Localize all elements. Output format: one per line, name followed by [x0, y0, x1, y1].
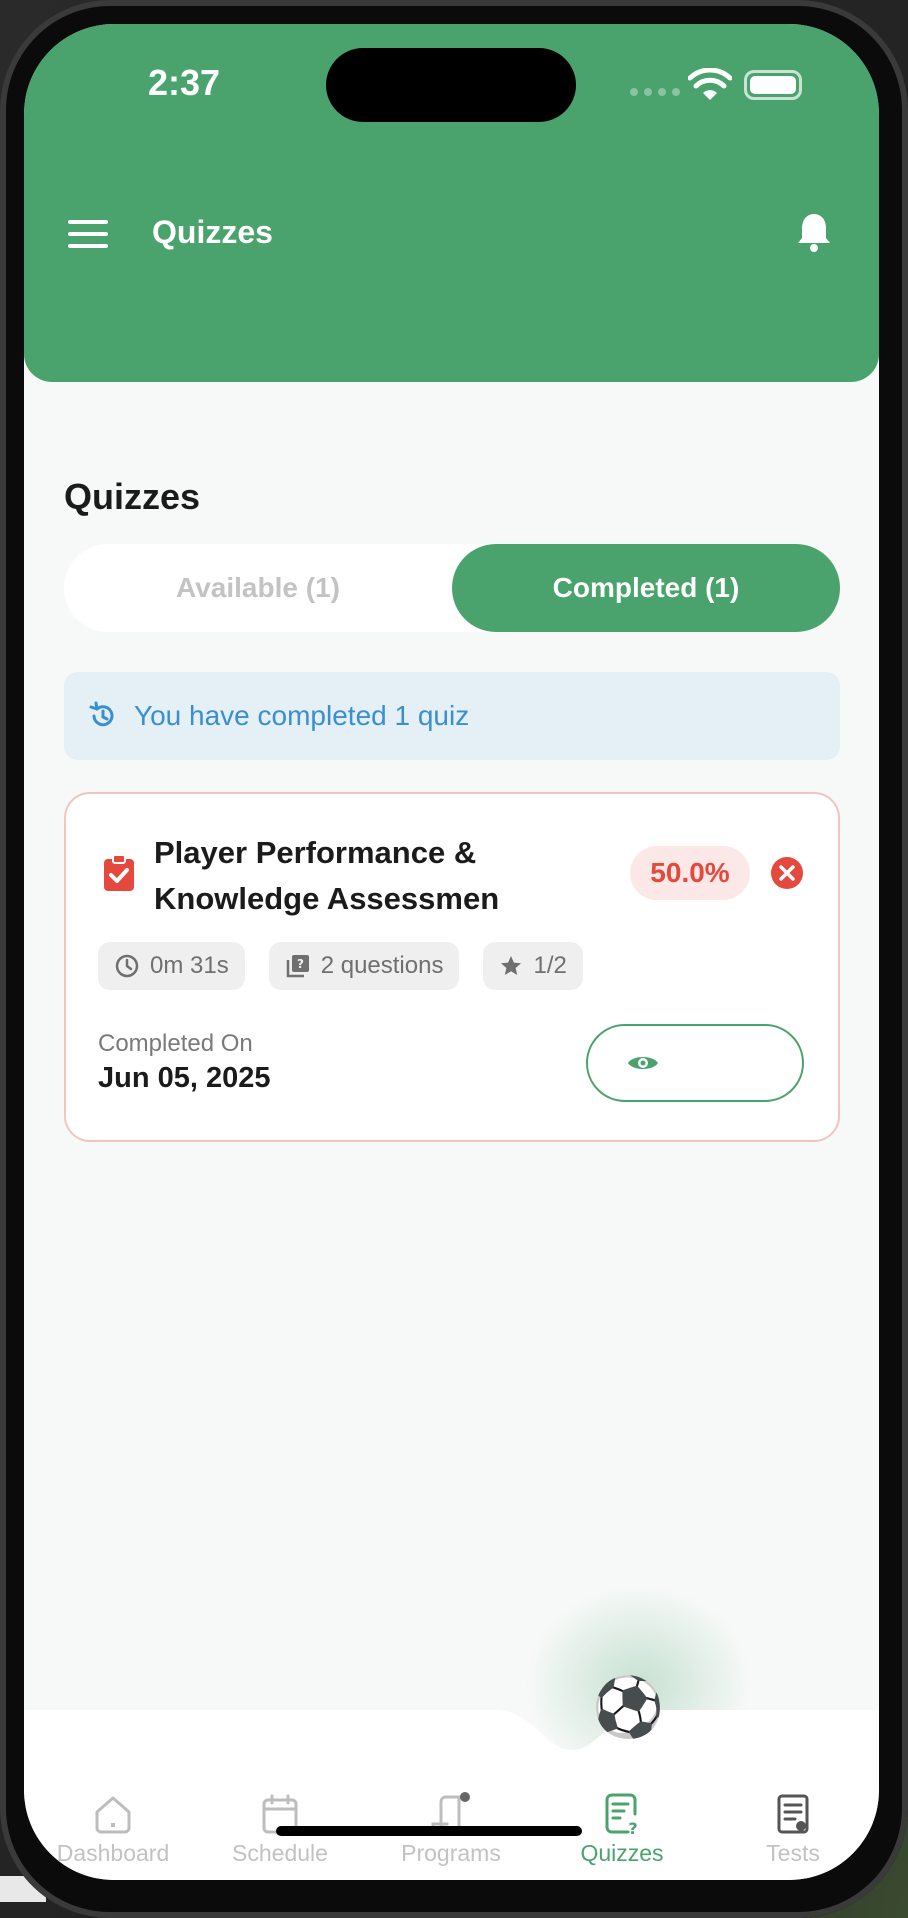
duration-chip: 0m 31s: [98, 942, 245, 990]
info-banner-text: You have completed 1 quiz: [134, 700, 470, 731]
nav-dashboard[interactable]: Dashboard: [38, 1792, 188, 1867]
tab-available[interactable]: Available (1): [64, 544, 452, 632]
home-icon: [95, 1796, 131, 1834]
correct-answers-value: 1/2: [533, 952, 567, 979]
view-results-button[interactable]: [586, 1024, 804, 1102]
duration-value: 0m 31s: [150, 952, 229, 979]
cellular-signal-icon: [630, 88, 680, 96]
quiz-title: Player Performance & Knowledge Assessmen: [154, 835, 500, 916]
battery-icon: [744, 70, 802, 100]
wifi-icon: [688, 68, 732, 100]
completed-date: Jun 05, 2025: [98, 1062, 271, 1094]
svg-text:?: ?: [628, 1819, 637, 1836]
page-title: Quizzes: [64, 476, 201, 517]
dynamic-island: [326, 48, 576, 122]
history-icon: [89, 701, 114, 727]
nav-label-schedule: Schedule: [232, 1840, 328, 1866]
nav-label-programs: Programs: [401, 1840, 501, 1866]
quiz-tabs: Available (1) Completed (1): [64, 544, 840, 632]
correct-answers-chip: 1/2: [483, 942, 583, 990]
header-title: Quizzes: [152, 214, 273, 250]
home-indicator: [276, 1826, 582, 1836]
questions-chip: ? 2 questions: [268, 942, 460, 990]
tab-completed[interactable]: Completed (1): [452, 544, 840, 632]
quiz-result-card[interactable]: Player Performance & Knowledge Assessmen…: [64, 792, 840, 1142]
eye-icon: [628, 1057, 658, 1069]
completed-on-label: Completed On: [98, 1030, 253, 1057]
status-time: 2:37: [148, 62, 221, 103]
phone-frame: 2:37 Quizzes Quizzes Available (1) Compl…: [0, 0, 908, 1918]
star-icon: [501, 956, 522, 975]
menu-button[interactable]: [68, 220, 108, 250]
quiz-icon: ?: [605, 1793, 638, 1836]
nav-label-tests: Tests: [766, 1840, 820, 1866]
question-bank-icon: ?: [286, 955, 309, 978]
document-icon: [777, 1794, 809, 1834]
notification-bell-icon[interactable]: [794, 210, 834, 254]
failed-status-icon: [771, 857, 803, 889]
soccer-ball-icon[interactable]: ⚽: [592, 1676, 664, 1740]
info-banner: You have completed 1 quiz: [64, 672, 840, 760]
quiz-stats: 0m 31s ? 2 questions 1/2: [98, 942, 583, 990]
clipboard-check-icon: [104, 854, 134, 891]
nav-tests[interactable]: Tests: [718, 1792, 868, 1867]
nav-label-dashboard: Dashboard: [56, 1840, 170, 1866]
questions-value: 2 questions: [320, 952, 444, 979]
app-screen: 2:37 Quizzes Quizzes Available (1) Compl…: [24, 24, 879, 1880]
score-badge: 50.0%: [630, 846, 750, 900]
svg-text:?: ?: [297, 957, 304, 971]
bottom-navigation: Dashboard Schedule Programs ? Quizzes Te…: [24, 1710, 879, 1880]
nav-label-quizzes: Quizzes: [580, 1840, 664, 1866]
clock-icon: [115, 954, 139, 978]
